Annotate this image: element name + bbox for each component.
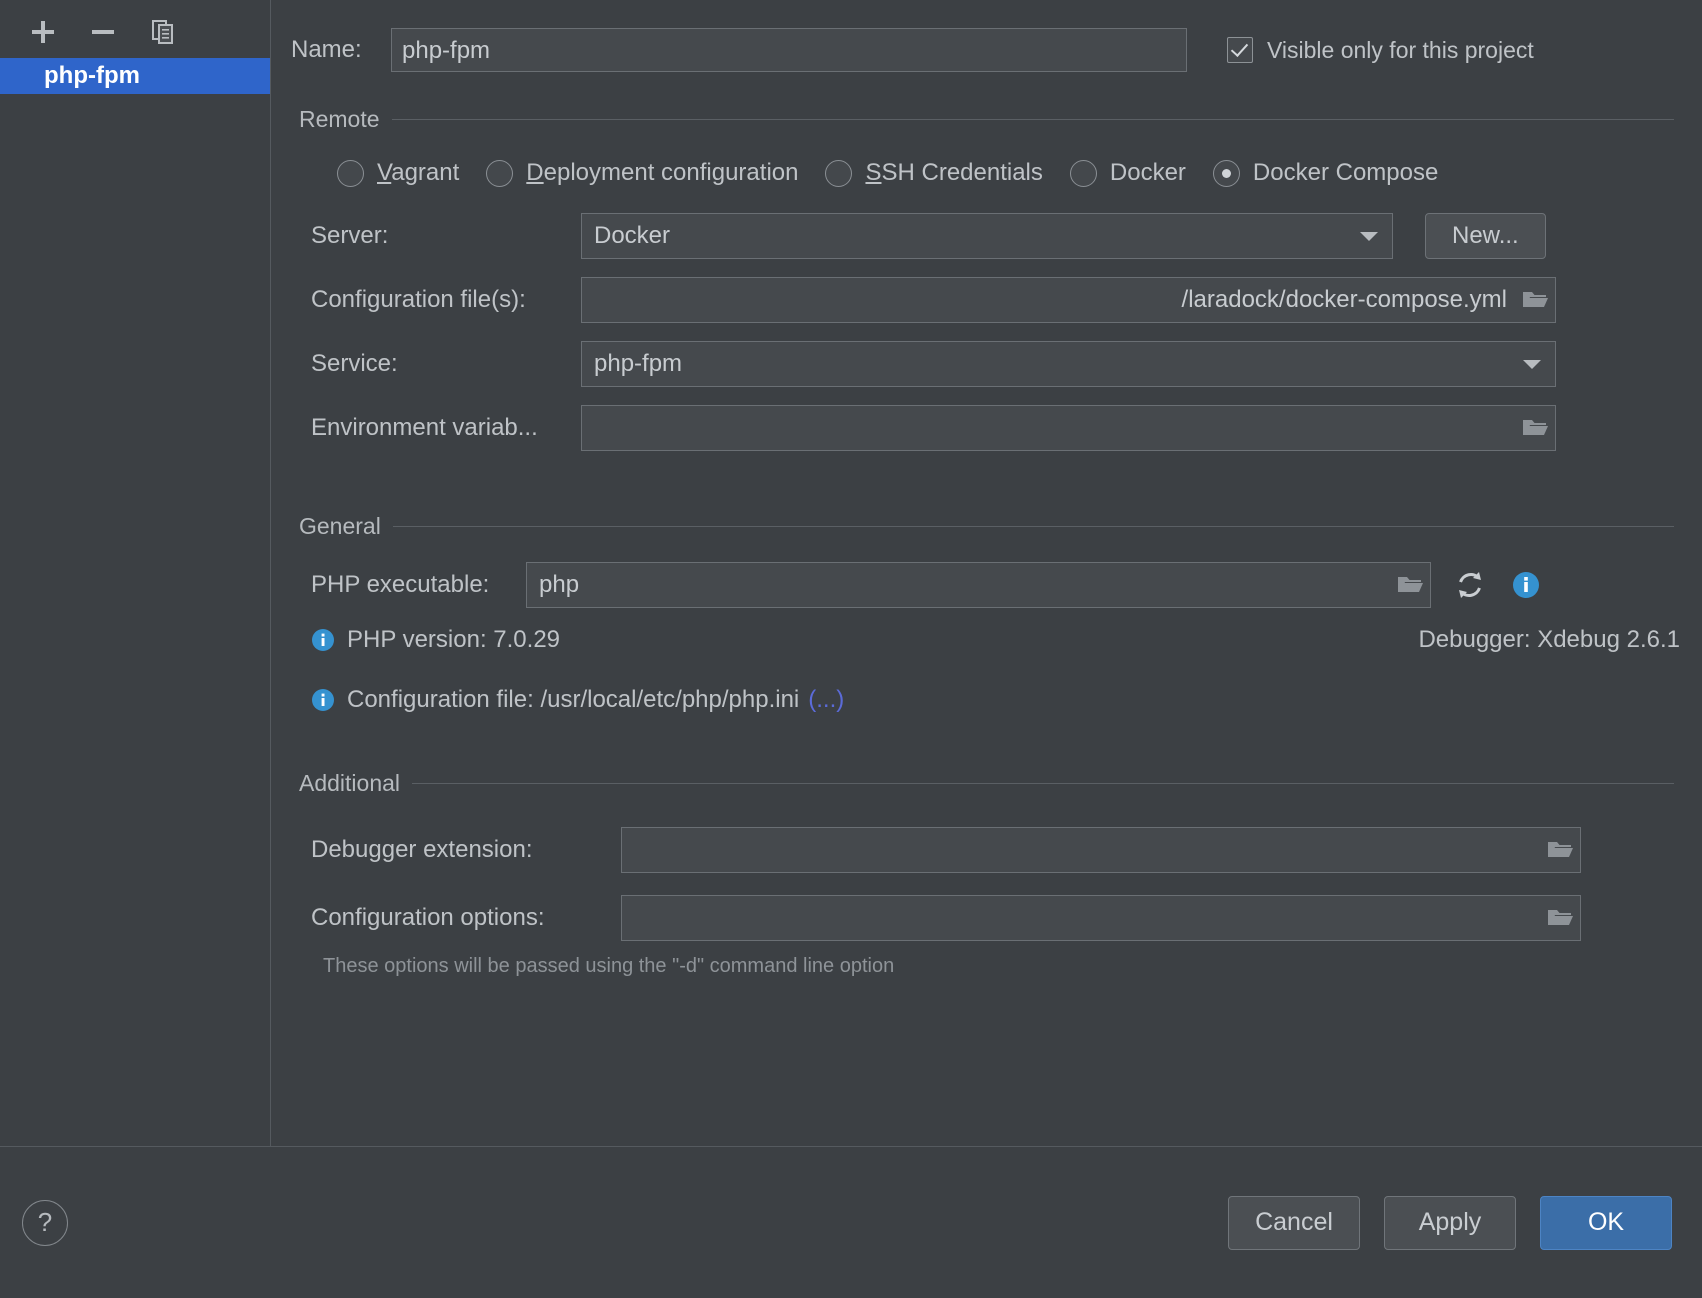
radio-deployment-configuration-label: eployment configuration <box>544 159 799 186</box>
apply-button[interactable]: Apply <box>1384 1196 1516 1250</box>
info-icon <box>311 628 335 652</box>
radio-deployment-configuration[interactable]: Deployment configuration <box>486 159 798 187</box>
folder-icon[interactable] <box>1546 838 1574 862</box>
section-divider <box>392 119 1674 120</box>
folder-icon[interactable] <box>1546 906 1574 930</box>
interpreter-settings-panel: Name: php-fpm Visible only for this proj… <box>271 0 1702 1146</box>
radio-circle[interactable] <box>486 160 513 187</box>
sidebar-toolbar <box>0 10 270 54</box>
php-executable-label: PHP executable: <box>311 571 526 599</box>
radio-ssh-credentials[interactable]: SSH Credentials <box>825 159 1042 187</box>
environment-variables-label: Environment variab... <box>311 414 581 442</box>
help-button[interactable]: ? <box>22 1200 68 1246</box>
environment-variables-input[interactable] <box>581 405 1556 451</box>
server-dropdown[interactable]: Docker <box>581 213 1393 259</box>
configuration-options-label: Configuration options: <box>311 904 621 932</box>
visible-only-label: Visible only for this project <box>1267 37 1534 64</box>
radio-vagrant[interactable]: Vagrant <box>337 159 459 187</box>
section-divider <box>393 526 1674 527</box>
name-label: Name: <box>291 36 391 64</box>
configuration-files-row: Configuration file(s): /laradock/docker-… <box>271 277 1702 323</box>
server-value: Docker <box>594 222 1360 250</box>
interpreter-list-sidebar: php-fpm <box>0 0 271 1146</box>
copy-icon <box>150 19 176 45</box>
general-section-header: General <box>299 513 1674 540</box>
radio-docker-label: Docker <box>1110 159 1186 187</box>
name-row: Name: php-fpm Visible only for this proj… <box>271 0 1702 72</box>
refresh-icon[interactable] <box>1453 568 1487 602</box>
copy-interpreter-button[interactable] <box>146 15 180 49</box>
radio-ssh-credentials-label: SH Credentials <box>881 159 1042 186</box>
debugger-text: Debugger: Xdebug 2.6.1 <box>1418 626 1680 654</box>
dialog-body: php-fpm Name: php-fpm Visible only for t… <box>0 0 1702 1146</box>
debugger-extension-row: Debugger extension: <box>271 827 1702 873</box>
name-input[interactable]: php-fpm <box>391 28 1187 72</box>
configuration-options-hint: These options will be passed using the "… <box>271 955 1702 978</box>
chevron-down-icon <box>1523 360 1541 369</box>
radio-vagrant-label: agrant <box>391 159 459 186</box>
sidebar-item-php-fpm[interactable]: php-fpm <box>0 58 270 94</box>
folder-icon[interactable] <box>1396 573 1424 597</box>
config-file-line: Configuration file: /usr/local/etc/php/p… <box>271 686 1702 714</box>
configuration-files-label: Configuration file(s): <box>311 286 581 314</box>
remote-type-radio-group: Vagrant Deployment configuration SSH Cre… <box>271 159 1702 187</box>
general-section-title: General <box>299 513 381 540</box>
server-label: Server: <box>311 222 581 250</box>
additional-section-header: Additional <box>299 770 1674 797</box>
folder-icon[interactable] <box>1521 288 1549 312</box>
radio-circle[interactable] <box>337 160 364 187</box>
radio-circle[interactable] <box>1070 160 1097 187</box>
interpreter-list: php-fpm <box>0 58 270 94</box>
add-interpreter-button[interactable] <box>26 15 60 49</box>
sidebar-item-label: php-fpm <box>44 62 140 90</box>
service-dropdown[interactable]: php-fpm <box>581 341 1556 387</box>
checkbox-box[interactable] <box>1227 37 1253 63</box>
dialog-footer: ? Cancel Apply OK <box>0 1146 1702 1298</box>
remove-interpreter-button[interactable] <box>86 15 120 49</box>
info-icon[interactable] <box>1509 568 1543 602</box>
remote-section-title: Remote <box>299 106 380 133</box>
cancel-button[interactable]: Cancel <box>1228 1196 1360 1250</box>
radio-docker[interactable]: Docker <box>1070 159 1186 187</box>
radio-docker-compose-label: Docker Compose <box>1253 159 1438 187</box>
service-label: Service: <box>311 350 581 378</box>
folder-icon[interactable] <box>1521 416 1549 440</box>
remote-section-header: Remote <box>299 106 1674 133</box>
section-divider <box>412 783 1674 784</box>
debugger-extension-label: Debugger extension: <box>311 836 621 864</box>
php-executable-value: php <box>539 571 1396 599</box>
php-version-text: PHP version: 7.0.29 <box>347 626 560 654</box>
config-file-more-link[interactable]: (...) <box>808 686 844 714</box>
ok-button[interactable]: OK <box>1540 1196 1672 1250</box>
chevron-down-icon <box>1360 232 1378 241</box>
php-executable-input[interactable]: php <box>526 562 1431 608</box>
environment-variables-row: Environment variab... <box>271 405 1702 451</box>
additional-section-title: Additional <box>299 770 400 797</box>
server-row: Server: Docker New... <box>271 213 1702 259</box>
radio-circle[interactable] <box>825 160 852 187</box>
debugger-extension-input[interactable] <box>621 827 1581 873</box>
radio-docker-compose[interactable]: Docker Compose <box>1213 159 1438 187</box>
configuration-files-input[interactable]: /laradock/docker-compose.yml <box>581 277 1556 323</box>
plus-icon <box>30 19 56 45</box>
service-value: php-fpm <box>594 350 1523 378</box>
configuration-files-value: /laradock/docker-compose.yml <box>594 286 1521 314</box>
configuration-options-input[interactable] <box>621 895 1581 941</box>
visible-only-checkbox[interactable]: Visible only for this project <box>1227 37 1534 64</box>
configuration-options-row: Configuration options: <box>271 895 1702 941</box>
service-row: Service: php-fpm <box>271 341 1702 387</box>
radio-circle[interactable] <box>1213 160 1240 187</box>
cli-interpreters-dialog: php-fpm Name: php-fpm Visible only for t… <box>0 0 1702 1298</box>
minus-icon <box>90 19 116 45</box>
config-file-text: Configuration file: /usr/local/etc/php/p… <box>347 686 799 714</box>
new-server-button[interactable]: New... <box>1425 213 1546 259</box>
php-executable-row: PHP executable: php <box>271 562 1702 608</box>
info-icon <box>311 688 335 712</box>
php-version-line: PHP version: 7.0.29 Debugger: Xdebug 2.6… <box>271 626 1702 654</box>
